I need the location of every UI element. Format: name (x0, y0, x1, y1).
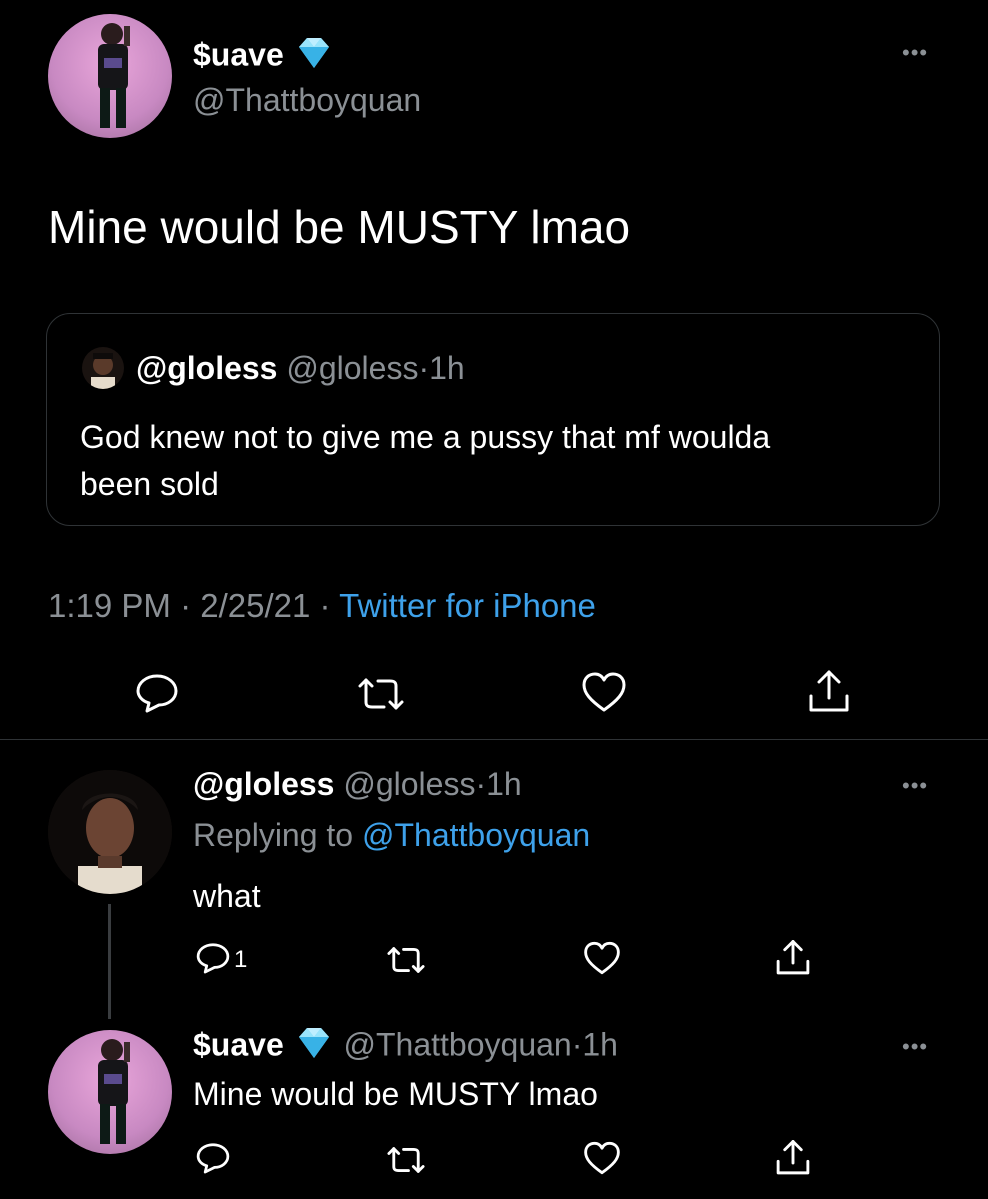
thread-line (108, 904, 111, 1019)
reply2-display-name[interactable]: $uave (193, 1026, 284, 1062)
tweet-meta: 1:19 PM · 2/25/21 · Twitter for iPhone (48, 587, 596, 625)
retweet-icon[interactable] (384, 942, 428, 978)
tweet-date: 2/25/21 (200, 587, 311, 624)
quoted-text-line2: been sold (80, 466, 219, 502)
reply-icon[interactable] (134, 670, 180, 716)
reply-icon[interactable] (195, 940, 231, 976)
replying-to-row: Replying to @Thattboyquan (193, 817, 590, 854)
meta-separator: · (180, 587, 192, 624)
avatar-main[interactable] (48, 14, 172, 138)
more-options-icon[interactable]: ••• (902, 1036, 928, 1058)
retweet-icon[interactable] (354, 672, 408, 716)
replying-to-link[interactable]: @Thattboyquan (362, 817, 590, 853)
share-icon[interactable] (774, 938, 812, 978)
reply2-handle[interactable]: @Thattboyquan (344, 1026, 572, 1062)
share-icon[interactable] (774, 1138, 812, 1178)
like-icon[interactable] (582, 1140, 622, 1176)
quoted-text-line1: God knew not to give me a pussy that mf … (80, 419, 771, 455)
reply2-separator: · (571, 1026, 583, 1063)
share-icon[interactable] (806, 668, 852, 716)
like-icon[interactable] (582, 940, 622, 976)
tweet-source[interactable]: Twitter for iPhone (339, 587, 596, 624)
display-name[interactable]: $uave (193, 36, 284, 72)
reply1-text: what (193, 878, 261, 914)
like-icon[interactable] (580, 670, 628, 714)
quoted-separator: · (418, 350, 430, 386)
retweet-icon[interactable] (384, 1142, 428, 1178)
avatar-reply2[interactable] (48, 1030, 172, 1154)
replying-to-label: Replying to (193, 817, 354, 853)
reply2-text: Mine would be MUSTY lmao (193, 1076, 598, 1112)
reply-count: 1 (234, 946, 248, 973)
quoted-time: 1h (429, 350, 465, 386)
quoted-header: @gloless @gloless·1h (136, 350, 465, 387)
quoted-text: God knew not to give me a pussy that mf … (80, 414, 770, 508)
tweet-time: 1:19 PM (48, 587, 171, 624)
more-options-icon[interactable]: ••• (902, 775, 928, 797)
handle[interactable]: @Thattboyquan (193, 82, 421, 119)
avatar-reply1[interactable] (48, 770, 172, 894)
quoted-display-name[interactable]: @gloless (136, 350, 277, 386)
diamond-icon (293, 36, 335, 78)
reply-icon[interactable] (195, 1140, 231, 1176)
reply1-header: @gloless @gloless·1h (193, 766, 522, 803)
meta-separator: · (319, 587, 331, 624)
reply1-handle[interactable]: @gloless (343, 766, 475, 802)
quoted-handle[interactable]: @gloless (286, 350, 418, 386)
more-options-icon[interactable]: ••• (902, 42, 928, 64)
display-name-row[interactable]: $uave (193, 36, 335, 78)
tweet-text: Mine would be MUSTY lmao (48, 201, 631, 253)
reply2-header: $uave @Thattboyquan·1h (193, 1026, 618, 1068)
reply2-time: 1h (582, 1026, 618, 1063)
reply1-separator: · (475, 766, 487, 802)
quoted-avatar (82, 347, 124, 389)
reply1-display-name[interactable]: @gloless (193, 766, 334, 802)
diamond-icon (293, 1026, 335, 1068)
divider (0, 739, 988, 740)
reply1-time: 1h (486, 766, 522, 802)
